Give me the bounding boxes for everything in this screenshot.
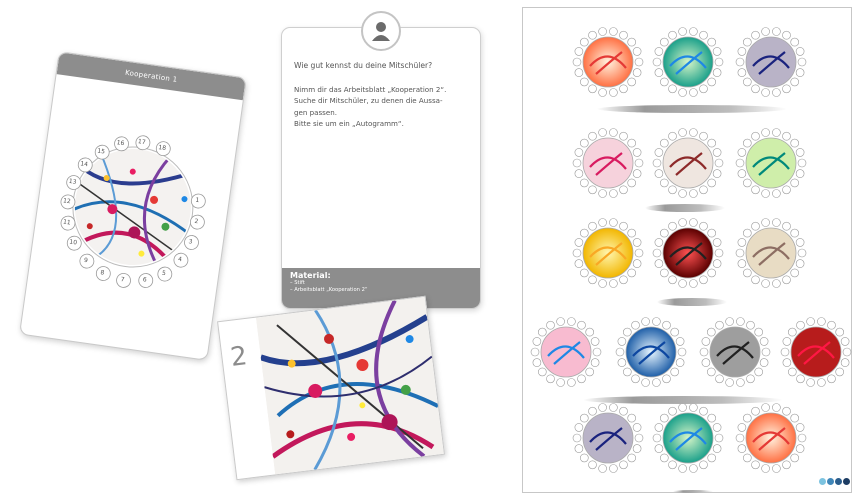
artwork-medallion (615, 317, 687, 387)
card-header: Kooperation 1 (56, 52, 246, 101)
ring-number: 6 (142, 276, 148, 284)
logo-dot (827, 478, 834, 485)
logo-dot (835, 478, 842, 485)
artwork-medallion (652, 27, 724, 97)
brush-stroke (673, 490, 713, 493)
ring-number: 5 (161, 269, 167, 278)
paint-splatter-image (255, 296, 444, 475)
instruction-line: Nimm dir das Arbeitsblatt „Kooperation 2… (294, 85, 447, 94)
ring-number: 13 (68, 177, 77, 186)
artwork-medallion (530, 317, 602, 387)
publisher-logo (819, 478, 851, 486)
ring-number: 1 (194, 196, 200, 205)
ring-number: 4 (177, 255, 183, 264)
artwork-medallion (572, 27, 644, 97)
brush-stroke (583, 396, 783, 404)
ring-number: 7 (120, 276, 125, 284)
ring-number: 17 (137, 138, 147, 147)
artwork-medallion (652, 403, 724, 473)
ring-number: 11 (62, 218, 72, 227)
artwork-medallion (735, 218, 807, 288)
logo-dot (843, 478, 850, 485)
logo-dot (819, 478, 826, 485)
instruction-line: Bitte sie um ein „Autogramm“. (294, 119, 404, 129)
brush-stroke (645, 204, 725, 212)
ring-number: 8 (99, 269, 105, 277)
instruction-card: Wie gut kennst du deine Mitschüler? Nimm… (281, 27, 481, 309)
ring-number: 2 (193, 217, 199, 226)
instruction-line: gen passen. (294, 107, 337, 117)
cooperation-card: Kooperation 1 1 2 3 4 5 6 7 8 9 10 11 12… (19, 51, 247, 361)
ring-number: 12 (62, 197, 72, 206)
artwork-medallion (699, 317, 771, 387)
card-instructions: Nimm dir das Arbeitsblatt „Kooperation 2… (294, 84, 470, 130)
avatar (361, 11, 401, 51)
material-title: Material: (290, 271, 331, 280)
card-number: 2 (228, 341, 249, 373)
artwork-medallion (735, 403, 807, 473)
artwork-medallion (735, 128, 807, 198)
overview-poster (522, 7, 852, 493)
artwork-medallion (652, 128, 724, 198)
artwork-medallion (572, 403, 644, 473)
poster-artwork (530, 27, 852, 473)
artwork-medallion (572, 218, 644, 288)
ring-number: 3 (188, 238, 193, 246)
ring-number: 18 (157, 143, 167, 152)
ring-number: 14 (79, 160, 89, 169)
card-question: Wie gut kennst du deine Mitschüler? (294, 61, 433, 70)
ring-number: 9 (83, 256, 89, 265)
ring-number: 15 (96, 147, 106, 156)
ring-number: 10 (68, 238, 78, 247)
number-labels: 1 2 3 4 5 6 7 8 9 10 11 12 13 14 15 16 1… (31, 100, 236, 313)
artwork-medallion (572, 128, 644, 198)
instruction-line: Suche dir Mitschüler, zu denen die Aussa… (294, 96, 443, 106)
artwork-medallion (735, 27, 807, 97)
brush-stroke (657, 298, 727, 306)
artwork-medallion (780, 317, 852, 387)
ring-number: 16 (116, 139, 125, 148)
person-icon (372, 22, 390, 41)
material-item: – Arbeitsblatt „Kooperation 2“ (290, 286, 368, 293)
brush-stroke (597, 105, 787, 113)
artwork-medallion (652, 218, 724, 288)
number-card: 2 (217, 295, 445, 481)
